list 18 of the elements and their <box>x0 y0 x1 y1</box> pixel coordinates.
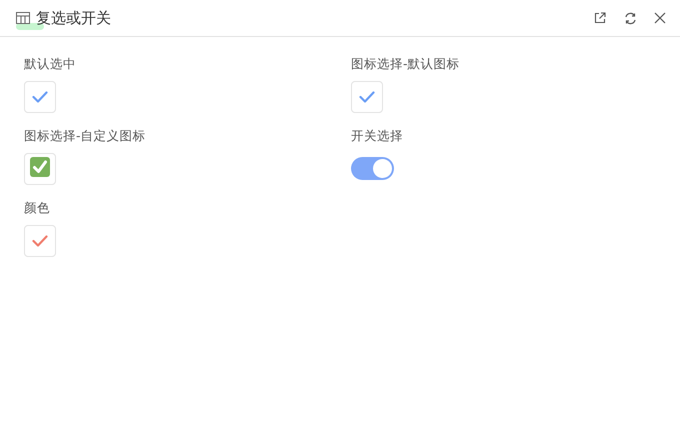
check-icon <box>359 91 375 103</box>
check-icon <box>32 91 48 103</box>
checkbox[interactable] <box>351 81 383 113</box>
field-label: 开关选择 <box>351 127 404 145</box>
field-label: 图标选择-默认图标 <box>351 55 461 73</box>
field-label: 颜色 <box>24 199 51 217</box>
field-label: 图标选择-自定义图标 <box>24 127 147 145</box>
external-link-icon[interactable] <box>592 10 608 26</box>
check-icon <box>30 157 50 177</box>
checkbox[interactable] <box>24 153 56 185</box>
close-icon[interactable] <box>652 10 668 26</box>
checkbox[interactable] <box>24 225 56 257</box>
field-label: 默认选中 <box>24 55 77 73</box>
table-icon <box>16 12 30 24</box>
window-title: 复选或开关 <box>36 8 111 28</box>
checkbox[interactable] <box>24 81 56 113</box>
check-icon <box>32 235 48 247</box>
toggle-switch[interactable] <box>351 157 394 180</box>
